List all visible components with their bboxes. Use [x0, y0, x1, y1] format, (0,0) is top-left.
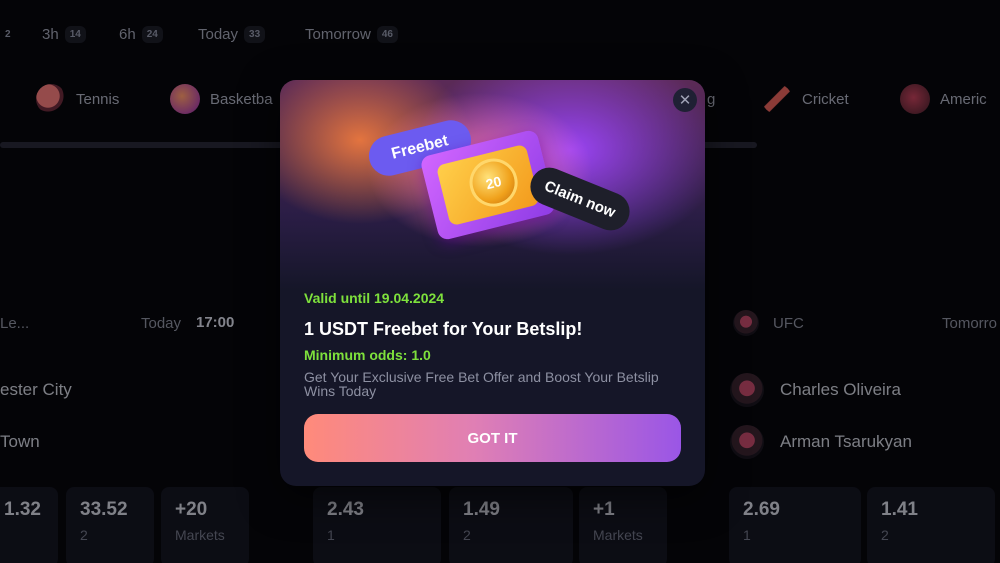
got-it-button[interactable]: GOT IT: [304, 414, 681, 462]
claim-now-pill: Claim now: [524, 161, 636, 237]
page: 2 3h 14 6h 24 Today 33 Tomorrow 46 Tenni…: [0, 0, 1000, 563]
freebet-modal: Freebet 20 Claim now ✕ Valid until 19.04…: [280, 80, 705, 486]
modal-description: Get Your Exclusive Free Bet Offer and Bo…: [304, 369, 659, 399]
modal-title: 1 USDT Freebet for Your Betslip!: [304, 319, 583, 339]
ticket-inner: 20: [435, 143, 541, 227]
coin-icon: 20: [464, 153, 523, 212]
valid-until-text: Valid until 19.04.2024: [304, 290, 445, 306]
close-icon[interactable]: ✕: [673, 88, 697, 112]
minimum-odds-text: Minimum odds: 1.0: [304, 347, 431, 363]
freebet-hero-illustration: Freebet 20 Claim now: [280, 80, 705, 290]
